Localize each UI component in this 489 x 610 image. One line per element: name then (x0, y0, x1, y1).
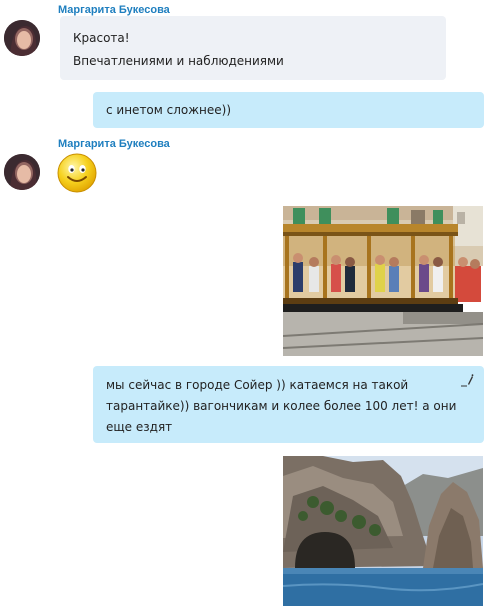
message-text: еще ездят (106, 420, 173, 434)
tram-photo[interactable] (283, 206, 483, 356)
message-text: Впечатлениями и наблюдениями (73, 54, 284, 68)
message-text: Красота! (73, 31, 130, 45)
message-text: тарантайке)) вагончикам и колее более 10… (106, 399, 457, 413)
message-bubble-outgoing[interactable]: с инетом сложнее)) (93, 92, 484, 128)
sea-cliff-photo[interactable] (283, 456, 483, 606)
pencil-edit-icon[interactable] (460, 372, 474, 394)
message-text: мы сейчас в городе Сойер )) катаемся на … (106, 378, 409, 392)
avatar[interactable] (4, 154, 40, 190)
message-bubble-incoming[interactable]: Красота! Впечатлениями и наблюдениями (60, 16, 446, 80)
avatar[interactable] (4, 20, 40, 56)
smile-emoticon-icon (57, 153, 97, 193)
sender-name[interactable]: Маргарита Букесова (58, 138, 170, 150)
sender-name[interactable]: Маргарита Букесова (58, 4, 170, 16)
message-text: с инетом сложнее)) (106, 103, 232, 117)
message-bubble-outgoing[interactable]: мы сейчас в городе Сойер )) катаемся на … (93, 366, 484, 443)
